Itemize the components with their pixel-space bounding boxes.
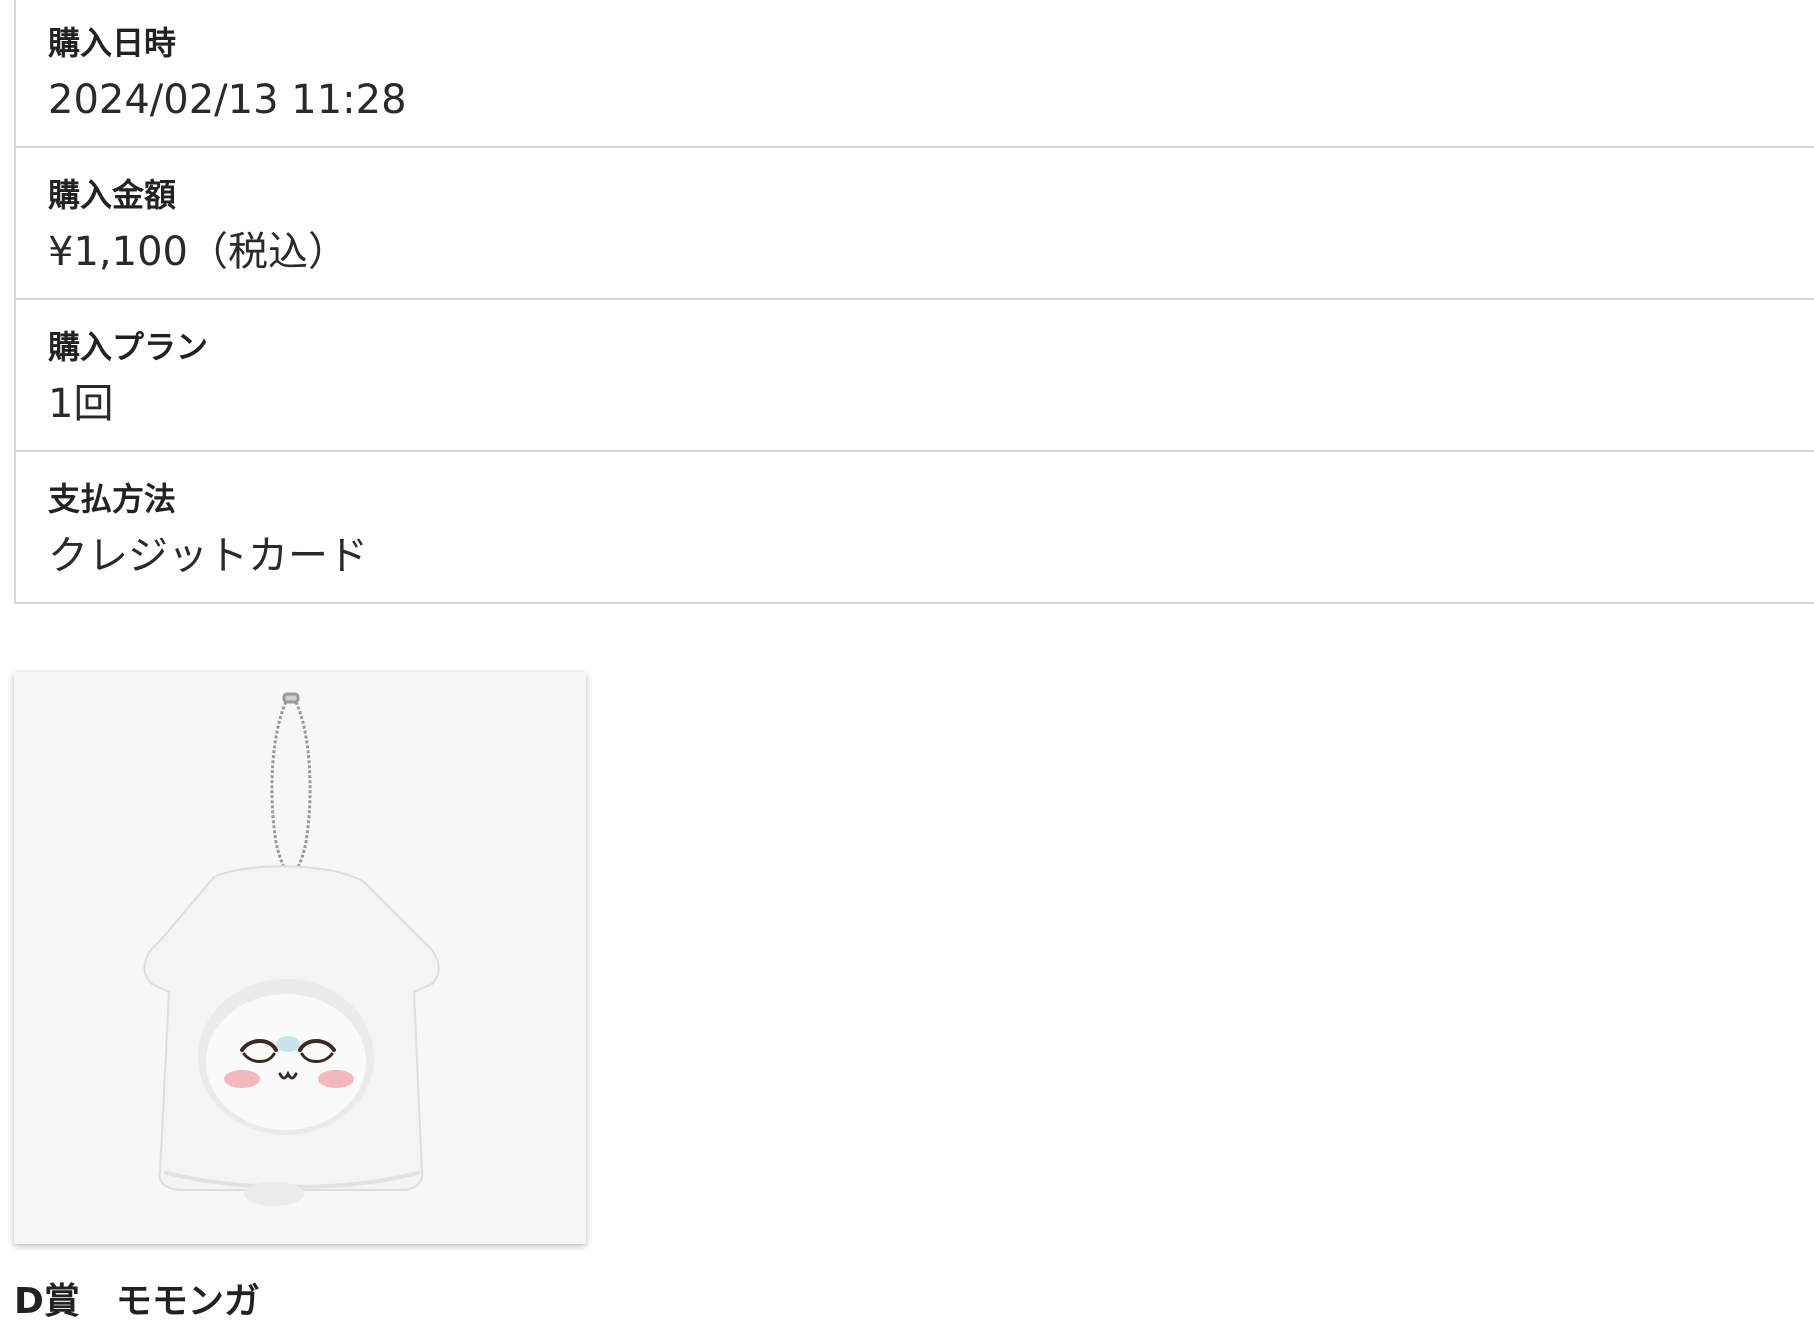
purchase-plan-row: 購入プラン 1回 bbox=[16, 300, 1814, 452]
prize-title[interactable]: D賞 モモンガ bbox=[14, 1280, 260, 1324]
prize-card[interactable]: D賞 モモンガ bbox=[14, 672, 586, 1322]
purchase-datetime-label: 購入日時 bbox=[48, 24, 177, 62]
payment-method-row: 支払方法 クレジットカード bbox=[16, 452, 1814, 604]
purchase-datetime-row: 購入日時 2024/02/13 11:28 bbox=[16, 0, 1814, 148]
purchase-amount-value: ¥1,100（税込） bbox=[48, 229, 348, 275]
purchase-datetime-value: 2024/02/13 11:28 bbox=[48, 77, 407, 123]
plush-keychain-image[interactable] bbox=[14, 672, 586, 1244]
payment-method-value: クレジットカード bbox=[48, 533, 368, 579]
purchase-plan-label: 購入プラン bbox=[48, 328, 209, 366]
plush-keychain-illustration bbox=[143, 692, 440, 1206]
ball-chain-icon bbox=[270, 692, 312, 879]
plush-body-icon bbox=[143, 865, 440, 1206]
purchase-plan-value: 1回 bbox=[48, 381, 114, 427]
payment-method-label: 支払方法 bbox=[48, 480, 177, 518]
purchase-amount-row: 購入金額 ¥1,100（税込） bbox=[16, 148, 1814, 300]
purchase-details: 購入日時 2024/02/13 11:28 購入金額 ¥1,100（税込） 購入… bbox=[14, 0, 1814, 604]
purchase-amount-label: 購入金額 bbox=[48, 176, 177, 214]
